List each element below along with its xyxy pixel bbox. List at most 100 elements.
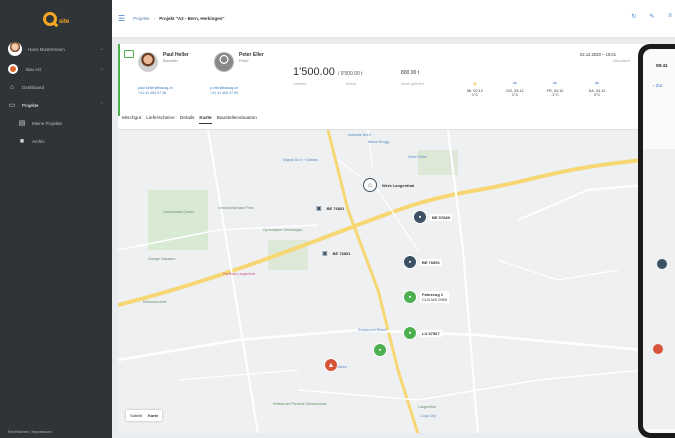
weather-temp: 1°C: [511, 93, 519, 97]
poi-label: Coop City: [420, 414, 436, 418]
label-geliefert: Geliefert: [293, 82, 307, 86]
monitor-icon: ▭: [8, 102, 16, 109]
update-date: 02.12.2020 – 15:01: [580, 52, 617, 57]
road: [297, 369, 643, 401]
breadcrumb-separator: ›: [153, 16, 156, 21]
truck-icon: ▪: [403, 290, 417, 304]
poi-label: Langenthal: [418, 405, 436, 409]
tab-mischgut[interactable]: Mischgut: [122, 116, 141, 124]
map-marker-truck[interactable]: ▪ BE 57689: [413, 210, 452, 224]
maptype-satellit-button[interactable]: Satellit: [130, 413, 142, 418]
road: [337, 159, 419, 251]
sidebar-item-dashboard[interactable]: ⌂ Dashboard: [0, 78, 112, 96]
avatar: [8, 42, 22, 56]
projects-icon: ▤: [18, 120, 26, 127]
poi-label: Lenzbachstrasse Park: [218, 206, 254, 210]
label-bedarf: Bedarf: [346, 82, 357, 86]
map-marker-vehicle[interactable]: ▪ Fahrzeug 1 CLN MS 0959: [403, 290, 450, 304]
weather-temp: -1°C: [551, 93, 559, 97]
status-bar: [118, 44, 120, 116]
marker-label: BE 76851: [326, 206, 345, 211]
contact-name: Peter Eller: [239, 52, 264, 58]
poi-label: Industrie Nord: [348, 133, 371, 137]
park-area: [148, 190, 208, 250]
sidebar-item-projekte[interactable]: ▭ Projekte ⌃: [0, 96, 112, 114]
tab-lieferscheine[interactable]: Lieferscheine: [146, 116, 175, 124]
project-content: Paul Heller Bauleiter paul.heller@bauag.…: [118, 44, 675, 433]
weather-day: ☂ SA, 04.12 0°C: [584, 81, 610, 97]
tab-baustellensituation[interactable]: Baustellensituation: [217, 116, 257, 124]
marker-label: Fahrzeug 1 CLN MS 0959: [420, 291, 450, 303]
map-marker-site[interactable]: ▲: [324, 358, 338, 372]
edit-icon[interactable]: ✎: [647, 13, 657, 20]
marker-label: BE 76851: [332, 251, 351, 256]
avatar: [214, 52, 234, 72]
contact-phone-link[interactable]: +41 41 454 37 89: [210, 91, 238, 96]
sidebar-item-meine-projekte[interactable]: ▤ Meine Projekte: [0, 114, 112, 132]
truck-icon: ▣: [322, 251, 328, 257]
map-marker-truck[interactable]: ▣ BE 76851: [316, 205, 346, 212]
document-icon: [124, 50, 134, 58]
sidebar-item-company[interactable]: Bau AG ⌄: [0, 60, 112, 78]
map-marker-truck[interactable]: ▪ BE 76891: [403, 255, 442, 269]
vehicle-plate: CLN MS 0959: [422, 297, 448, 302]
hamburger-menu-icon[interactable]: ☰: [118, 14, 125, 23]
maptype-karte-button[interactable]: Karte: [148, 413, 158, 418]
breadcrumb-current: Projekt "A2 - Bern, Herkingen": [159, 16, 225, 21]
map-marker-truck[interactable]: ▪ LU 67567: [403, 326, 442, 340]
truck-icon: ▪: [403, 326, 417, 340]
road: [177, 369, 299, 381]
update-label: Aktualisiert: [613, 59, 631, 63]
rain-icon: ☂: [594, 82, 600, 88]
chevron-down-icon: ⌄: [99, 66, 104, 72]
truck-icon: ▪: [413, 210, 427, 224]
poi-label: Restaurant Pizzeria Schwarzwald: [273, 402, 327, 406]
poi-label: Manor Brugg: [368, 140, 389, 144]
phone-screen: 09:41 ‹ Zur: [643, 49, 675, 433]
tab-details[interactable]: Details: [180, 116, 195, 124]
poi-label: Restaurant Rössli: [358, 328, 387, 332]
poi-label: Lanzenwald Quarry: [163, 210, 195, 214]
marker-label: BE 57689: [430, 213, 452, 221]
sun-icon: ☀: [472, 82, 478, 88]
sidebar-footer-links[interactable]: Rechtliches | Impressum: [8, 429, 52, 434]
contact-name: Paul Heller: [163, 52, 189, 58]
breadcrumb-root[interactable]: Projekte: [133, 16, 150, 21]
map-roads: [118, 130, 643, 433]
main-road: [326, 130, 420, 433]
map-marker-truck[interactable]: ▣ BE 76851: [322, 250, 352, 257]
weather-temp: 1°C: [471, 93, 479, 97]
map-view[interactable]: Industrie Nord Manor Brugg Migros Do it …: [118, 129, 643, 433]
avatar: [138, 52, 158, 72]
refresh-icon[interactable]: ↻: [629, 13, 639, 20]
tab-karte[interactable]: Karte: [199, 116, 212, 124]
user-name: Hans Mustermann: [28, 46, 65, 52]
truck-icon: ▪: [403, 255, 417, 269]
sidebar-user[interactable]: Hans Mustermann ⌄: [0, 38, 112, 60]
archive-icon: ■: [19, 137, 25, 145]
logo[interactable]: site: [0, 0, 112, 38]
contact-role: Polier: [239, 59, 249, 63]
chevron-up-icon: ⌃: [99, 102, 104, 108]
weather-day: ☀ MI, 02.12 1°C: [462, 81, 488, 97]
sidebar-item-label: Meine Projekte: [32, 120, 63, 126]
road: [447, 130, 479, 433]
contact-phone-link[interactable]: +41 41 454 57 38: [138, 91, 173, 96]
contact-details-polier: p.eller@bauag.ch +41 41 454 37 89: [210, 86, 238, 96]
map-marker-site: [653, 344, 663, 354]
amount-total: / 9'500.00 t: [337, 71, 363, 77]
phone-map: [643, 149, 675, 429]
home-icon: ⌂: [9, 83, 15, 91]
poi-label: Garage Gassann: [148, 257, 176, 261]
map-marker-werk[interactable]: ⌂ Werk Langenthal: [363, 178, 416, 192]
phone-back-link[interactable]: ‹ Zur: [653, 83, 663, 88]
logo-q-icon: [42, 12, 57, 26]
contact-details-bauleiter: paul.heller@bauag.ch +41 41 454 57 38: [138, 86, 173, 96]
weather-day: ☂ FR, 04.12 -1°C: [542, 81, 568, 97]
sidebar-item-archiv[interactable]: ■ Archiv: [0, 132, 112, 150]
rain-icon: ☂: [552, 82, 558, 88]
menu-more-icon[interactable]: ≡: [665, 13, 675, 20]
marker-label: LU 67567: [420, 329, 442, 337]
phone-time: 09:41: [656, 63, 668, 68]
map-marker-truck[interactable]: ▪: [373, 343, 387, 357]
